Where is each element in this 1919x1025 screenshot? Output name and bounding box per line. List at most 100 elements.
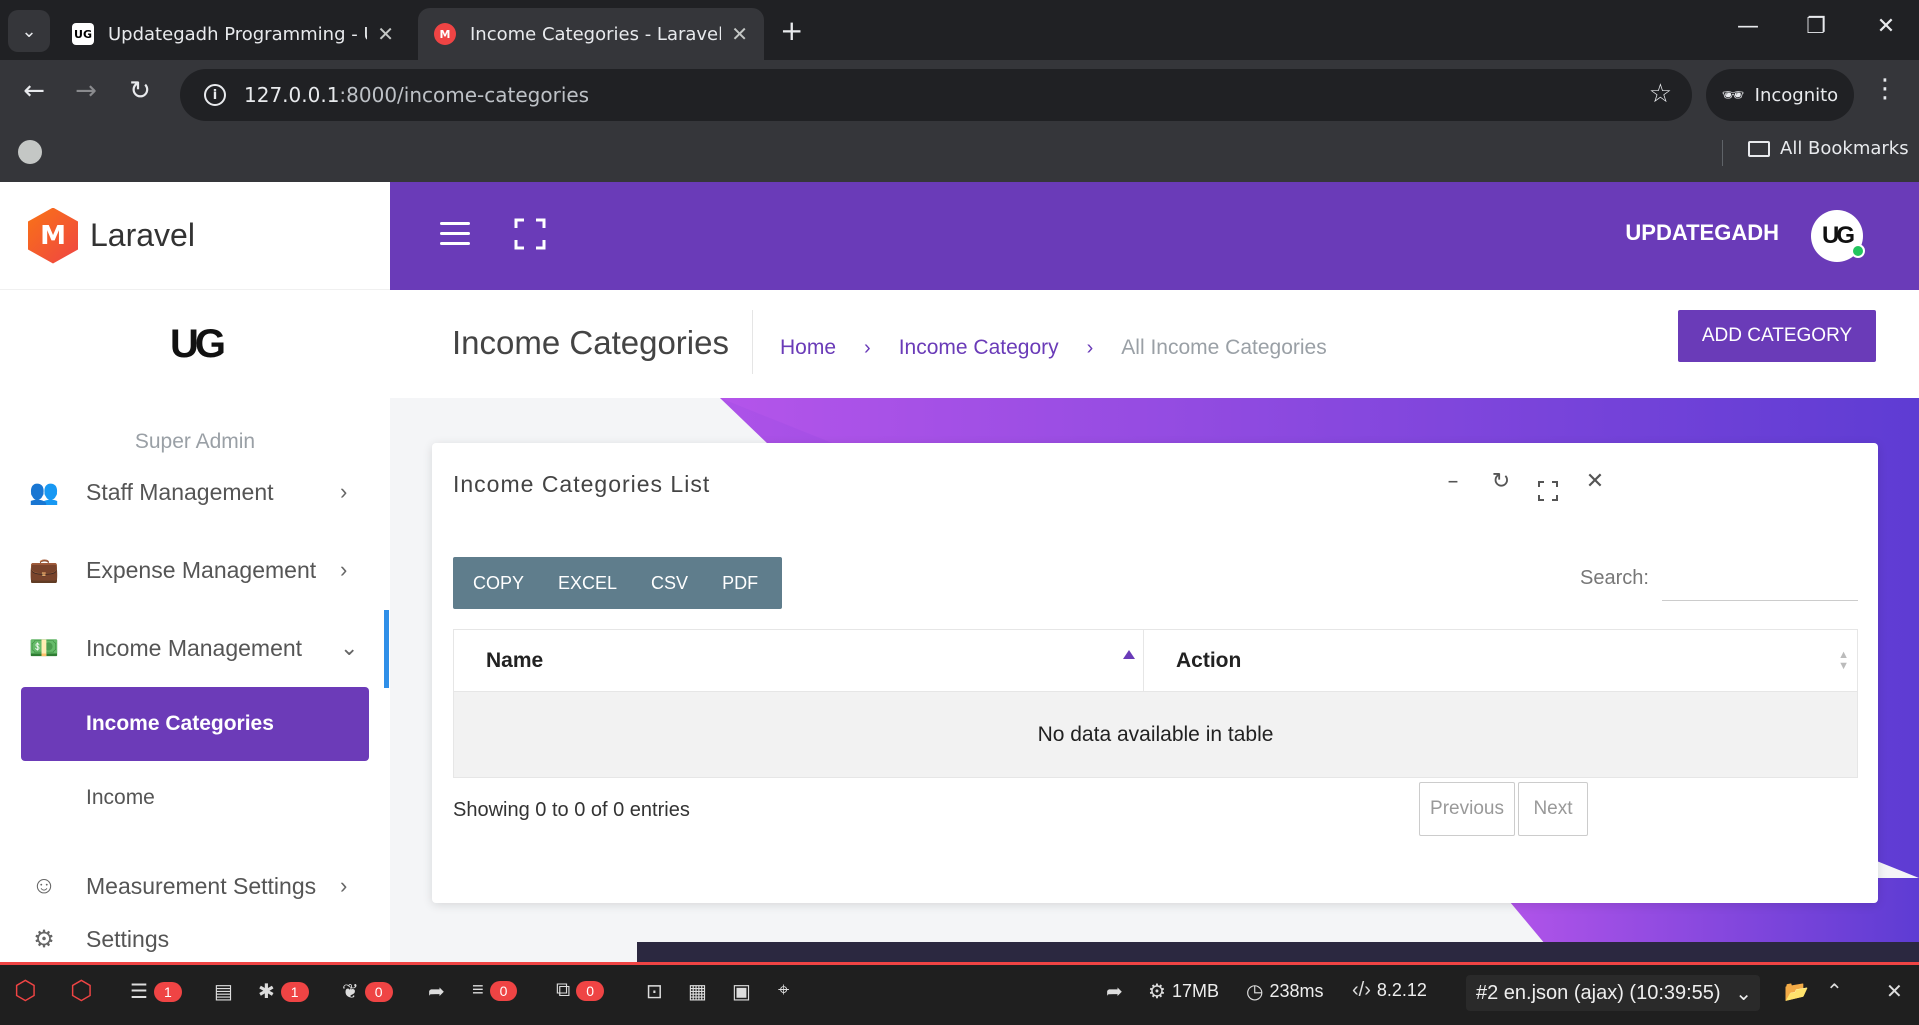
table-row: No data available in table bbox=[453, 691, 1858, 778]
browser-tab-updategadh[interactable]: UG Updategadh Programming - Up ✕ bbox=[56, 8, 410, 60]
browser-tab-income-categories[interactable]: M Income Categories - Laravel ✕ bbox=[418, 8, 764, 60]
debugbar-memory[interactable]: ⚙ 17MB bbox=[1148, 979, 1219, 1004]
topbar: UPDATEGADH UG bbox=[390, 182, 1919, 290]
search-input[interactable] bbox=[1662, 557, 1858, 601]
table-info: Showing 0 to 0 of 0 entries bbox=[453, 799, 690, 821]
debugbar-exceptions[interactable]: ✱ 1 bbox=[258, 979, 309, 1004]
debugbar-laravel-icon[interactable]: ⬡ bbox=[70, 975, 93, 1006]
tab-title: Income Categories - Laravel bbox=[470, 23, 722, 45]
debugbar-request[interactable]: ⌖ bbox=[778, 979, 789, 1002]
online-status-dot bbox=[1851, 244, 1865, 258]
breadcrumb-income-category[interactable]: Income Category bbox=[899, 336, 1059, 360]
back-icon[interactable]: ← bbox=[14, 76, 54, 106]
cogs-icon: ⚙ bbox=[1148, 981, 1166, 1003]
copy-button[interactable]: COPY bbox=[473, 573, 524, 594]
submenu-income-categories[interactable]: Income Categories bbox=[21, 687, 369, 761]
tab-strip: ⌄ UG Updategadh Programming - Up ✕ M Inc… bbox=[0, 0, 1919, 60]
exceptions-count: 1 bbox=[280, 981, 309, 1002]
debugbar-messages[interactable]: ☰ 1 bbox=[130, 979, 182, 1004]
fullscreen-icon[interactable] bbox=[514, 218, 546, 250]
debugbar-logo-icon[interactable]: ⬡ bbox=[14, 975, 37, 1006]
debugbar-gate[interactable]: ▦ bbox=[688, 979, 707, 1004]
sidebar-item-label: Measurement Settings bbox=[86, 872, 317, 899]
debugbar-php-version[interactable]: ‹/› 8.2.12 bbox=[1352, 979, 1427, 1002]
brand[interactable]: M Laravel bbox=[0, 182, 390, 290]
request-selected: #2 en.json (ajax) (10:39:55) bbox=[1476, 981, 1721, 1004]
share-icon: ➦ bbox=[428, 981, 445, 1003]
previous-page-button[interactable]: Previous bbox=[1419, 782, 1515, 836]
sidebar-item-measurement-settings[interactable]: ☺ Measurement Settings › bbox=[0, 856, 390, 916]
debugbar-models[interactable]: ⧉ 0 bbox=[556, 979, 605, 1002]
csv-button[interactable]: CSV bbox=[651, 573, 688, 594]
browser-menu-icon[interactable]: ⋮ bbox=[1872, 74, 1898, 104]
share-icon: ➦ bbox=[1106, 981, 1123, 1003]
chevron-right-icon: › bbox=[340, 873, 348, 898]
next-page-button[interactable]: Next bbox=[1518, 782, 1588, 836]
debugbar-queries[interactable]: ≡ 0 bbox=[472, 979, 518, 1002]
forward-icon[interactable]: → bbox=[66, 76, 106, 106]
chevron-right-icon: › bbox=[864, 336, 871, 359]
tab-search-button[interactable]: ⌄ bbox=[8, 10, 50, 52]
minimize-icon[interactable]: — bbox=[1728, 14, 1768, 39]
close-card-icon[interactable]: ✕ bbox=[1580, 469, 1610, 494]
breadcrumb-home[interactable]: Home bbox=[780, 336, 836, 360]
close-tab-icon[interactable]: ✕ bbox=[731, 22, 748, 46]
page-header: Income Categories Home › Income Category… bbox=[390, 290, 1919, 398]
submenu-income[interactable]: Income bbox=[86, 786, 155, 810]
data-table: Name Action ▲ ▼ No data available in tabl… bbox=[453, 629, 1858, 778]
folder-icon bbox=[1748, 140, 1770, 157]
expand-card-icon[interactable] bbox=[1538, 481, 1558, 501]
address-bar[interactable]: i 127.0.0.1:8000/income-categories ☆ bbox=[180, 69, 1692, 121]
refresh-card-icon[interactable]: ↻ bbox=[1486, 469, 1516, 494]
code-icon: ‹/› bbox=[1352, 979, 1371, 1001]
close-tab-icon[interactable]: ✕ bbox=[377, 22, 394, 46]
debugbar-views[interactable]: ❦ 0 bbox=[342, 979, 393, 1004]
url-path: :8000/income-categories bbox=[339, 83, 590, 107]
all-bookmarks-button[interactable]: All Bookmarks bbox=[1748, 138, 1909, 159]
sidebar-item-income-management[interactable]: 💵 Income Management ⌄ bbox=[0, 618, 390, 678]
debugbar-time[interactable]: ◷ 238ms bbox=[1246, 979, 1323, 1004]
debugbar-open[interactable]: 📂 bbox=[1784, 979, 1809, 1004]
debugbar-request-select[interactable]: #2 en.json (ajax) (10:39:55) ⌄ bbox=[1466, 975, 1760, 1011]
debugbar-session[interactable]: ▣ bbox=[732, 979, 751, 1004]
minimize-card-icon[interactable]: – bbox=[1438, 469, 1468, 494]
debugbar: ⬡ ⬡ ☰ 1 ▤ ✱ 1 ❦ 0 ➦ ≡ 0 ⧉ 0 ⊡ ▦ ▣ ⌖ ➦ ⚙ … bbox=[0, 962, 1919, 1025]
ug-favicon-icon: UG bbox=[72, 23, 94, 45]
restore-icon[interactable]: ❐ bbox=[1796, 14, 1836, 39]
bookmark-star-icon[interactable]: ☆ bbox=[1649, 79, 1672, 109]
laravel-logo-icon: M bbox=[28, 207, 78, 264]
chevron-right-icon: › bbox=[340, 479, 348, 504]
debugbar-route[interactable]: ➦ bbox=[428, 979, 445, 1004]
column-header-name[interactable]: Name bbox=[453, 629, 1144, 692]
breadcrumb: Home › Income Category › All Income Cate… bbox=[780, 336, 1327, 360]
column-header-action[interactable]: Action ▲ ▼ bbox=[1143, 629, 1858, 692]
empty-table-message: No data available in table bbox=[453, 691, 1858, 778]
sidebar-item-label: Staff Management bbox=[86, 478, 274, 505]
topbar-username[interactable]: UPDATEGADH bbox=[1625, 220, 1779, 246]
globe-icon[interactable] bbox=[18, 140, 42, 164]
debugbar-mails[interactable]: ⊡ bbox=[646, 979, 663, 1004]
excel-button[interactable]: EXCEL bbox=[558, 573, 617, 594]
gear-icon: ⚙ bbox=[33, 925, 55, 953]
admin-app: M Laravel UG Super Admin 👥 Staff Managem… bbox=[0, 182, 1919, 962]
close-icon: ✕ bbox=[1886, 981, 1903, 1003]
close-window-icon[interactable]: ✕ bbox=[1866, 14, 1906, 39]
debugbar-timeline[interactable]: ▤ bbox=[214, 979, 233, 1004]
sidebar-item-staff-management[interactable]: 👥 Staff Management › bbox=[0, 462, 390, 522]
models-count: 0 bbox=[576, 980, 605, 1001]
chevron-down-icon: ⌄ bbox=[21, 20, 37, 42]
new-tab-icon[interactable]: + bbox=[780, 14, 803, 47]
site-info-icon[interactable]: i bbox=[204, 84, 226, 106]
reload-icon[interactable]: ↻ bbox=[120, 76, 160, 106]
debugbar-close[interactable]: ✕ bbox=[1886, 979, 1903, 1004]
sidebar-item-settings[interactable]: ⚙ Settings bbox=[0, 922, 390, 962]
add-category-button[interactable]: ADD CATEGORY bbox=[1678, 310, 1876, 362]
debugbar-route-info[interactable]: ➦ bbox=[1106, 979, 1123, 1004]
incognito-indicator[interactable]: 🕶 Incognito bbox=[1706, 69, 1854, 121]
php-version: 8.2.12 bbox=[1376, 980, 1427, 1000]
hamburger-menu-icon[interactable] bbox=[440, 222, 470, 246]
debugbar-minimize[interactable]: ⌃ bbox=[1826, 979, 1843, 1004]
pdf-button[interactable]: PDF bbox=[722, 573, 758, 594]
database-icon: ≡ bbox=[472, 979, 484, 1001]
sidebar-item-expense-management[interactable]: 💼 Expense Management › bbox=[0, 540, 390, 600]
